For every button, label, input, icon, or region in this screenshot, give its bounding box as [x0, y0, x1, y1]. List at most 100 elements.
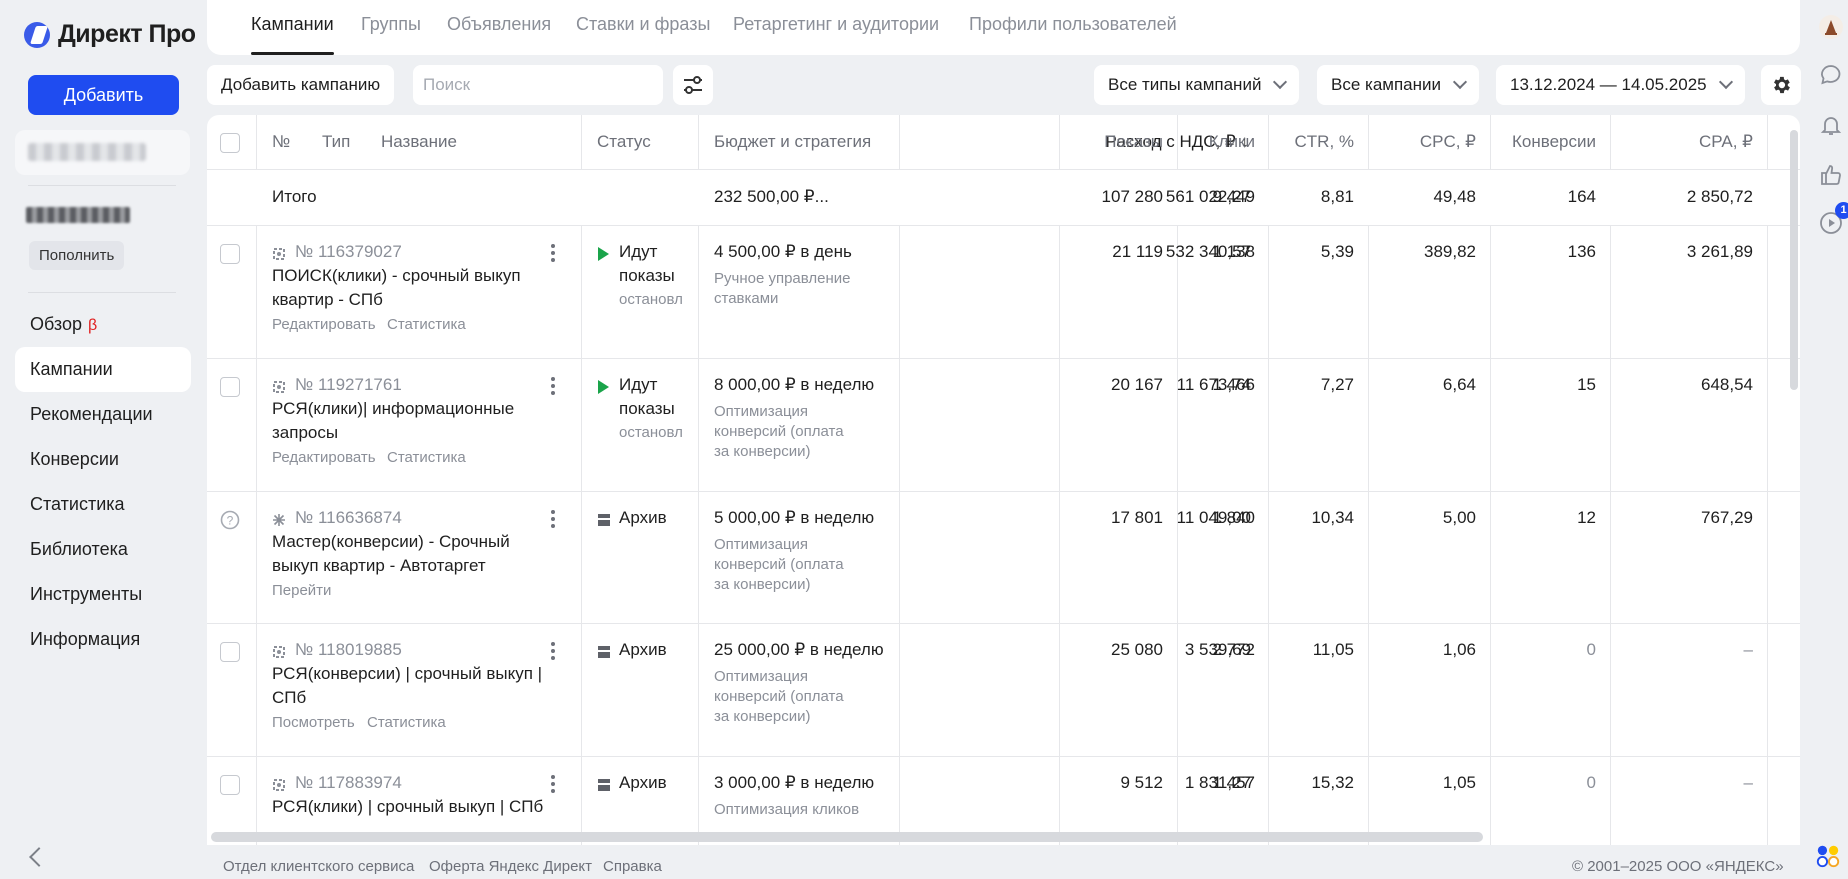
campaign-name[interactable]: РСЯ(клики) | срочный выкуп | СПб: [272, 797, 543, 817]
client-avatar-icon[interactable]: [1818, 14, 1844, 40]
campaign-id[interactable]: № 118019885: [295, 640, 402, 660]
services-grid-icon[interactable]: [1815, 843, 1841, 869]
divider: [28, 185, 176, 186]
sidebar-item-recommendations[interactable]: Рекомендации: [15, 392, 191, 437]
campaign-name[interactable]: РСЯ(клики)| информационные: [272, 399, 514, 419]
account-name-redacted: [28, 143, 146, 161]
budget: 8 000,00 ₽ в неделю: [714, 375, 875, 394]
chat-icon[interactable]: [1818, 62, 1844, 88]
sidebar-item-campaigns[interactable]: Кампании: [15, 347, 191, 392]
more-icon[interactable]: [551, 642, 555, 660]
status-text-cont: показы: [619, 399, 675, 418]
vertical-scrollbar[interactable]: [1790, 130, 1798, 390]
clicks: 1 138: [1212, 242, 1255, 261]
table-settings-button[interactable]: [1761, 65, 1801, 105]
header-type[interactable]: Тип: [322, 132, 350, 152]
campaign-name-cont[interactable]: запросы: [272, 423, 338, 443]
strategy-line: конверсий (оплата: [714, 423, 844, 440]
campaign-name[interactable]: Мастер(конверсии) - Срочный: [272, 532, 510, 552]
view-link[interactable]: Посмотреть: [272, 714, 355, 731]
header-budget[interactable]: Бюджет и стратегия: [714, 132, 871, 152]
header-ctr[interactable]: CTR, %: [1268, 132, 1355, 152]
header-num[interactable]: №: [272, 132, 290, 152]
clicks: 1 466: [1212, 375, 1255, 394]
header-status[interactable]: Статус: [597, 132, 651, 152]
footer-support-link[interactable]: Отдел клиентского сервиса: [223, 858, 414, 875]
campaign-id[interactable]: № 119271761: [295, 375, 402, 395]
header-name[interactable]: Название: [381, 132, 457, 152]
cpa: 648,54: [1701, 375, 1753, 394]
table-row[interactable]: № 118019885 РСЯ(конверсии) | срочный вык…: [207, 624, 1800, 757]
table-row[interactable]: № 119271761 РСЯ(клики)| информационные з…: [207, 359, 1800, 492]
header-cpa[interactable]: CPA, ₽: [1610, 132, 1753, 152]
tab-user-profiles[interactable]: Профили пользователей: [969, 14, 1177, 35]
more-icon[interactable]: [551, 510, 555, 528]
status-text: Архив: [619, 773, 667, 792]
header-conversions[interactable]: Конверсии: [1490, 132, 1596, 152]
edit-link[interactable]: Редактировать: [272, 316, 376, 333]
chevron-down-icon: [1718, 74, 1733, 90]
tab-ads[interactable]: Объявления: [447, 14, 551, 35]
row-checkbox[interactable]: [220, 377, 240, 397]
header-clicks[interactable]: Клики: [1177, 132, 1255, 152]
add-campaign-button[interactable]: Добавить кампанию: [207, 65, 395, 105]
footer-offer-link[interactable]: Оферта Яндекс Директ: [429, 858, 592, 875]
campaign-name[interactable]: ПОИСК(клики) - срочный выкуп: [272, 266, 521, 286]
campaign-types-dropdown[interactable]: Все типы кампаний: [1094, 65, 1300, 105]
table-row[interactable]: ? № 116636874 Мастер(конверсии) - Срочны…: [207, 492, 1800, 624]
footer-help-link[interactable]: Справка: [603, 858, 662, 875]
header-cpc[interactable]: CPC, ₽: [1368, 132, 1476, 152]
archive-icon: [598, 514, 610, 526]
ctr: 15,32: [1311, 773, 1354, 792]
date-range-picker[interactable]: 13.12.2024 — 14.05.2025: [1496, 65, 1745, 105]
more-icon[interactable]: [551, 775, 555, 793]
campaign-id[interactable]: № 116379027: [295, 242, 402, 262]
campaign-name[interactable]: РСЯ(конверсии) | срочный выкуп |: [272, 664, 542, 684]
impressions: 25 080: [1111, 640, 1163, 659]
row-checkbox[interactable]: [220, 244, 240, 264]
campaign-id[interactable]: № 116636874: [295, 508, 402, 528]
topup-button[interactable]: Пополнить: [29, 241, 125, 270]
more-icon[interactable]: [551, 377, 555, 395]
filter-settings-button[interactable]: [673, 65, 713, 105]
tab-campaigns[interactable]: Кампании: [251, 14, 334, 55]
campaign-name-cont[interactable]: СПб: [272, 688, 306, 708]
logo[interactable]: Директ Про: [24, 20, 196, 49]
select-all-checkbox[interactable]: [220, 133, 240, 153]
more-icon[interactable]: [551, 244, 555, 262]
cpc: 5,00: [1442, 508, 1476, 527]
edit-link[interactable]: Редактировать: [272, 449, 376, 466]
row-checkbox[interactable]: [220, 642, 240, 662]
statistics-link[interactable]: Статистика: [387, 449, 466, 466]
sidebar-item-label: Кампании: [30, 359, 113, 379]
table-row[interactable]: № 116379027 ПОИСК(клики) - срочный выкуп…: [207, 226, 1800, 359]
campaign-id[interactable]: № 117883974: [295, 773, 402, 793]
total-conversions: 164: [1567, 187, 1596, 206]
statistics-link[interactable]: Статистика: [367, 714, 446, 731]
campaign-name-cont[interactable]: квартир - СПб: [272, 290, 383, 310]
tab-groups[interactable]: Группы: [361, 14, 421, 35]
help-icon[interactable]: ?: [220, 510, 240, 530]
campaign-name-cont[interactable]: выкуп квартир - Автотаргет: [272, 556, 486, 576]
sidebar-item-conversions[interactable]: Конверсии: [15, 437, 191, 482]
archive-icon: [598, 646, 610, 658]
goto-link[interactable]: Перейти: [272, 582, 331, 599]
notifications-icon[interactable]: [1818, 112, 1844, 138]
row-checkbox[interactable]: [220, 775, 240, 795]
statistics-link[interactable]: Статистика: [387, 316, 466, 333]
sidebar-item-tools[interactable]: Инструменты: [15, 572, 191, 617]
tab-bids[interactable]: Ставки и фразы: [576, 14, 710, 35]
search-input[interactable]: [413, 65, 663, 105]
tab-retargeting[interactable]: Ретаргетинг и аудитории: [733, 14, 939, 35]
ctr: 11,05: [1312, 640, 1354, 659]
horizontal-scrollbar[interactable]: [211, 832, 1483, 842]
collapse-sidebar-icon[interactable]: [29, 847, 49, 867]
sidebar-item-statistics[interactable]: Статистика: [15, 482, 191, 527]
thumbs-up-icon[interactable]: [1818, 162, 1844, 188]
sidebar-item-overview[interactable]: Обзор β: [15, 302, 191, 347]
add-button[interactable]: Добавить: [28, 75, 179, 115]
campaigns-filter-dropdown[interactable]: Все кампании: [1317, 65, 1480, 105]
sidebar-item-library[interactable]: Библиотека: [15, 527, 191, 572]
sidebar-item-info[interactable]: Информация: [15, 617, 191, 662]
header-impressions[interactable]: Показы: [1059, 132, 1163, 152]
